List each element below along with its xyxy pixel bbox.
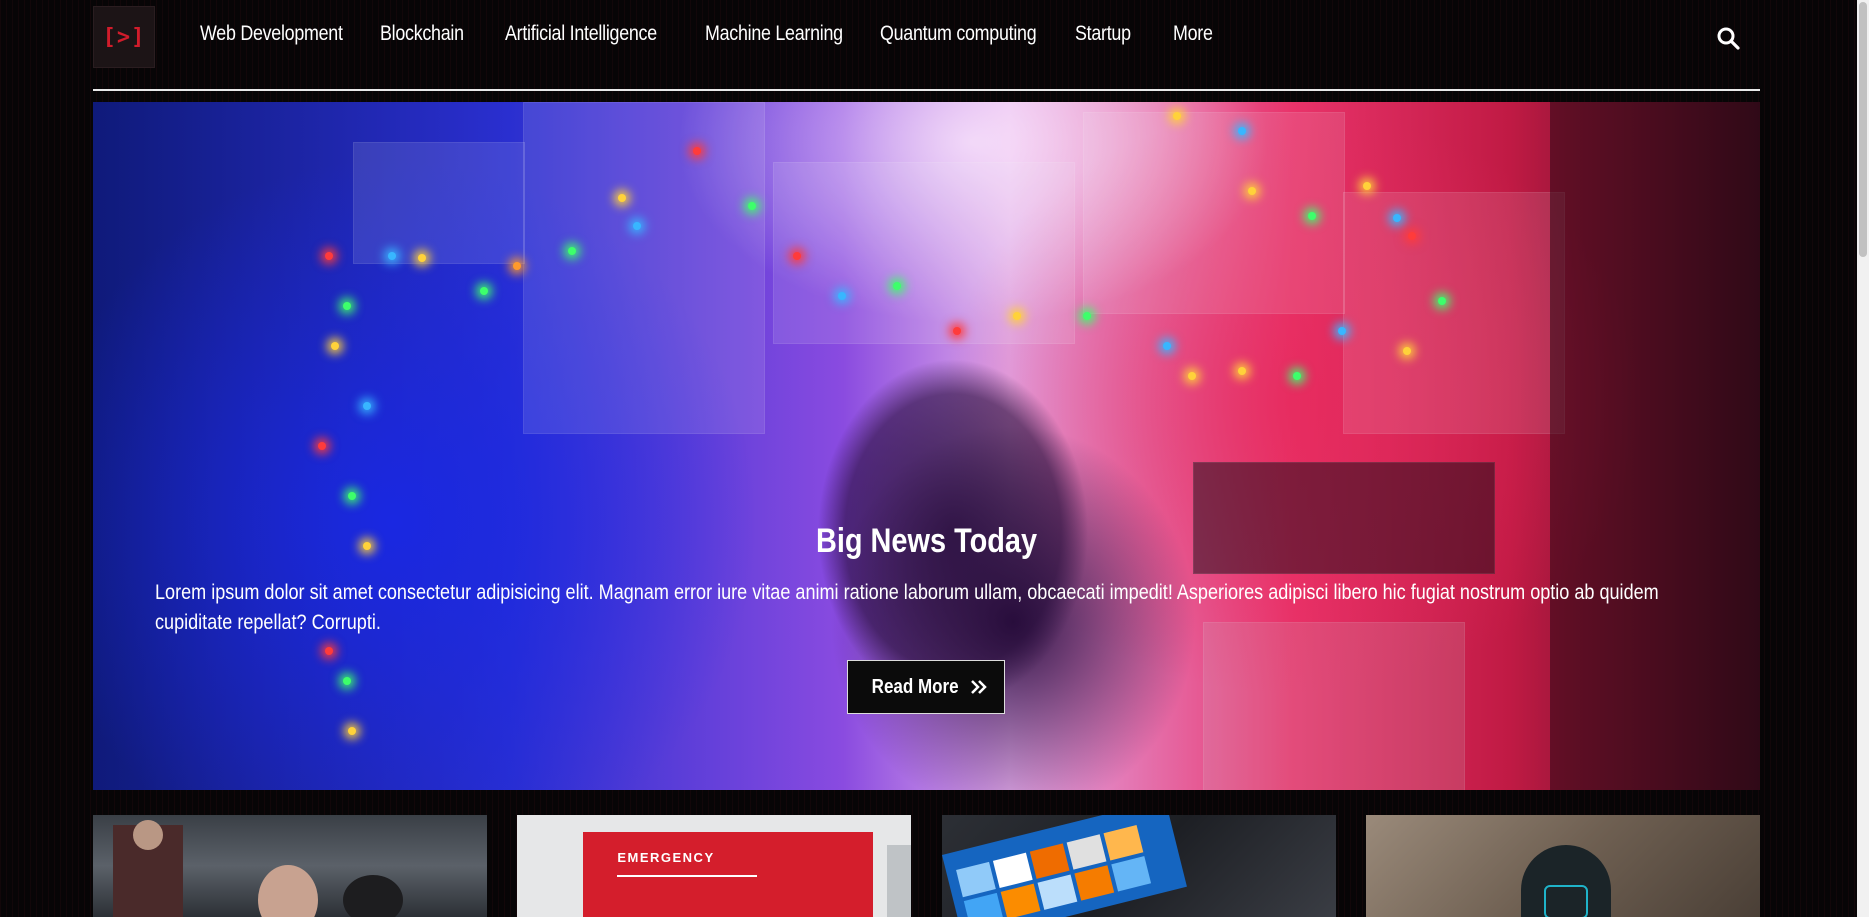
main-nav: Web Development Blockchain Artificial In… bbox=[200, 22, 1253, 46]
emergency-sign-text: EMERGENCY bbox=[617, 850, 715, 865]
hero-text: Lorem ipsum dolor sit amet consectetur a… bbox=[155, 581, 1659, 634]
site-logo[interactable]: [>] bbox=[93, 6, 155, 68]
double-chevron-right-icon bbox=[971, 680, 987, 694]
meeting-photo bbox=[93, 815, 487, 917]
nav-item-quantum-computing[interactable]: Quantum computing bbox=[880, 22, 1037, 46]
article-card-hacker[interactable] bbox=[1365, 815, 1760, 917]
emergency-sign-photo bbox=[517, 815, 912, 917]
nav-item-machine-learning[interactable]: Machine Learning bbox=[705, 22, 843, 46]
search-button[interactable] bbox=[1716, 26, 1742, 52]
article-card-tablet[interactable] bbox=[941, 815, 1336, 917]
page-scrollbar[interactable] bbox=[1857, 0, 1869, 917]
nav-item-web-development[interactable]: Web Development bbox=[200, 22, 343, 46]
article-card-emergency[interactable]: EMERGENCY bbox=[517, 815, 912, 917]
hooded-figure-photo bbox=[1366, 815, 1760, 917]
nav-item-startup[interactable]: Startup bbox=[1075, 22, 1131, 46]
read-more-label: Read More bbox=[871, 675, 959, 698]
scrollbar-thumb[interactable] bbox=[1859, 2, 1867, 257]
logo-text: [>] bbox=[102, 24, 146, 50]
article-cards: EMERGENCY bbox=[93, 815, 1760, 917]
hero-banner: Big News Today Lorem ipsum dolor sit ame… bbox=[93, 102, 1760, 790]
site-header: [>] Web Development Blockchain Artificia… bbox=[93, 0, 1760, 91]
nav-item-artificial-intelligence[interactable]: Artificial Intelligence bbox=[505, 22, 657, 46]
article-card-meeting[interactable] bbox=[93, 815, 487, 917]
read-more-button[interactable]: Read More bbox=[847, 660, 1005, 714]
page: [>] Web Development Blockchain Artificia… bbox=[93, 0, 1760, 917]
nav-item-blockchain[interactable]: Blockchain bbox=[380, 22, 464, 46]
hero-title: Big News Today bbox=[815, 522, 1038, 560]
nav-item-more[interactable]: More bbox=[1173, 22, 1213, 46]
search-icon bbox=[1717, 27, 1740, 50]
tablet-photo bbox=[941, 815, 1336, 917]
